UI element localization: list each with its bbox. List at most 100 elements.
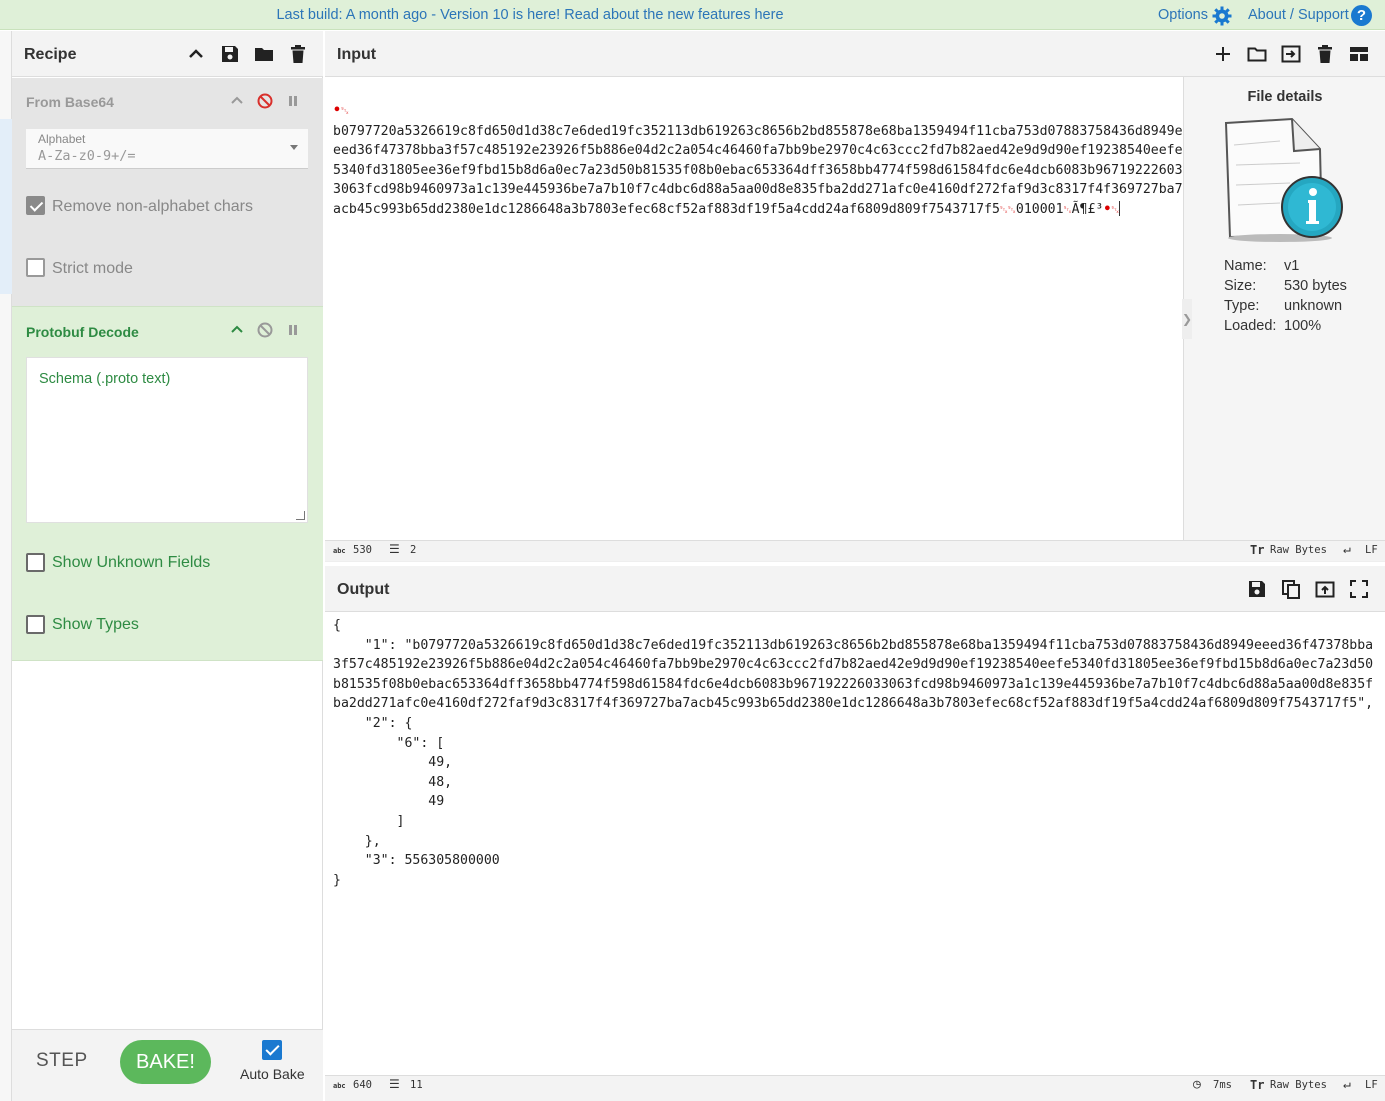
chevron-down-icon <box>290 145 298 150</box>
file-details-pane: ❯ File details Name: v1 Size: 530 bytes Ty… <box>1182 77 1385 540</box>
file-type-value: unknown <box>1284 298 1343 314</box>
input-encoding[interactable]: Raw Bytes <box>1270 544 1327 556</box>
control-char-icon: ␂ <box>1063 204 1072 216</box>
reset-layout-icon[interactable] <box>1349 44 1369 64</box>
file-type-key: Type: <box>1224 298 1260 314</box>
breakpoint-icon[interactable] <box>285 93 301 109</box>
recipe-title: Recipe <box>24 46 77 63</box>
schema-textarea[interactable]: Schema (.proto text) <box>26 357 308 523</box>
copy-output-icon[interactable] <box>1281 579 1301 599</box>
input-tail-text: Ã¶£³ <box>1071 201 1104 217</box>
operation-title: Protobuf Decode <box>26 324 139 340</box>
alphabet-label: Alphabet <box>38 132 86 146</box>
input-line-count: 2 <box>410 544 417 556</box>
char-count-icon: abc <box>333 547 346 555</box>
input-char-count: 530 <box>353 544 372 556</box>
output-title: Output <box>337 581 390 598</box>
char-count-icon: abc <box>333 1082 346 1090</box>
step-button[interactable]: STEP <box>36 1050 88 1072</box>
save-output-icon[interactable] <box>1247 579 1267 599</box>
operation-protobuf-decode: Protobuf Decode Schema (.proto text) Sho… <box>12 306 323 661</box>
remove-non-alphabet-checkbox[interactable] <box>26 196 45 215</box>
about-support-link[interactable]: About / Support <box>1248 0 1349 30</box>
save-recipe-icon[interactable] <box>220 44 240 64</box>
top-banner: Last build: A month ago - Version 10 is … <box>0 0 1385 30</box>
text-cursor <box>1119 201 1121 216</box>
input-status-bar: abc 530 ☰ 2 Tr Raw Bytes ↵ LF <box>325 540 1385 561</box>
collapse-all-icon[interactable] <box>186 44 206 64</box>
gear-icon[interactable] <box>1212 6 1232 26</box>
output-panel: Output { "1": "b0797720a5326619c8fd650d1… <box>325 566 1385 1101</box>
auto-bake-label: Auto Bake <box>240 1066 305 1082</box>
resize-grip-icon[interactable] <box>296 511 305 520</box>
output-json[interactable]: { "1": "b0797720a5326619c8fd650d1d38c7e6… <box>333 616 1378 890</box>
line-count-icon: ☰ <box>389 1077 400 1091</box>
open-folder-icon[interactable] <box>1247 44 1267 64</box>
input-eol[interactable]: LF <box>1365 544 1378 556</box>
bake-button[interactable]: BAKE! <box>120 1040 211 1084</box>
build-message-text: Last build: A month ago - Version 10 is … <box>276 7 755 23</box>
file-type-row: Type: unknown <box>1224 298 1342 314</box>
input-panel: Input •␂ b0797720a5326619c8fd650d1d38c7e… <box>325 31 1385 561</box>
operation-title: From Base64 <box>26 94 114 110</box>
file-loaded-key: Loaded: <box>1224 318 1277 334</box>
control-char-icon: ␂ <box>1111 204 1120 216</box>
operations-highlight <box>0 119 12 294</box>
help-icon[interactable]: ? <box>1351 5 1372 26</box>
auto-bake-checkbox[interactable] <box>262 1040 282 1060</box>
options-link[interactable]: Options <box>1158 0 1208 30</box>
file-size-row: Size: 530 bytes <box>1224 278 1347 294</box>
bake-bar: STEP BAKE! Auto Bake <box>12 1029 323 1101</box>
control-char-icon: • <box>333 103 341 118</box>
control-char-icon: ␂␂ <box>999 204 1016 216</box>
output-char-count: 640 <box>353 1079 372 1091</box>
replace-input-icon[interactable] <box>1315 579 1335 599</box>
load-recipe-icon[interactable] <box>254 44 274 64</box>
maximise-icon[interactable] <box>1349 579 1369 599</box>
show-unknown-fields-checkbox[interactable] <box>26 553 45 572</box>
return-arrow-icon: ↵ <box>1343 1077 1351 1092</box>
operation-from-base64: From Base64 Alphabet A-Za-z0-9+/= Remove… <box>12 78 323 306</box>
features-link[interactable]: here <box>754 7 783 23</box>
clear-recipe-icon[interactable] <box>288 44 308 64</box>
add-tab-icon[interactable] <box>1213 44 1233 64</box>
breakpoint-icon[interactable] <box>285 322 301 338</box>
recipe-header: Recipe <box>12 31 323 77</box>
remove-non-alphabet-label: Remove non-alphabet chars <box>52 198 254 215</box>
clear-input-icon[interactable] <box>1315 44 1335 64</box>
recipe-panel: Recipe From Base64 Alphabet A-Za-z0-9+/=… <box>12 31 323 1101</box>
file-details-title: File details <box>1247 89 1323 105</box>
minimise-icon[interactable] <box>229 322 245 338</box>
file-size-value: 530 bytes <box>1284 278 1347 294</box>
file-loaded-value: 100% <box>1284 318 1322 334</box>
disable-icon[interactable] <box>257 322 273 338</box>
input-textarea[interactable]: •␂ b0797720a5326619c8fd650d1d38c7e6ded19… <box>333 101 1183 220</box>
input-header: Input <box>325 31 1385 77</box>
clock-icon: ◷ <box>1193 1077 1201 1092</box>
show-types-checkbox[interactable] <box>26 615 45 634</box>
alphabet-select[interactable]: Alphabet A-Za-z0-9+/= <box>26 129 308 169</box>
show-types-label: Show Types <box>52 616 139 633</box>
file-size-key: Size: <box>1224 278 1257 294</box>
file-name-value: v1 <box>1284 258 1300 274</box>
operations-panel-edge <box>0 31 12 1101</box>
text-format-icon: Tr <box>1250 1078 1265 1092</box>
file-loaded-row: Loaded: 100% <box>1224 318 1321 334</box>
minimise-icon[interactable] <box>229 93 245 109</box>
strict-mode-label: Strict mode <box>52 260 133 277</box>
output-encoding[interactable]: Raw Bytes <box>1270 1079 1327 1091</box>
chevron-right-icon[interactable]: ❯ <box>1182 299 1192 339</box>
output-header: Output <box>325 566 1385 612</box>
output-line-count: 11 <box>410 1079 423 1091</box>
disable-icon[interactable] <box>257 93 273 109</box>
file-info-icon <box>1224 117 1343 242</box>
line-count-icon: ☰ <box>389 542 400 556</box>
input-mid-text: 010001 <box>1015 201 1064 217</box>
output-eol[interactable]: LF <box>1365 1079 1378 1091</box>
strict-mode-checkbox[interactable] <box>26 258 45 277</box>
alphabet-value: A-Za-z0-9+/= <box>38 148 136 164</box>
control-char-icon: ␂ <box>340 106 349 117</box>
input-title: Input <box>337 46 377 63</box>
open-file-icon[interactable] <box>1281 44 1301 64</box>
output-status-bar: abc 640 ☰ 11 ◷ 7ms Tr Raw Bytes ↵ LF <box>325 1075 1385 1101</box>
